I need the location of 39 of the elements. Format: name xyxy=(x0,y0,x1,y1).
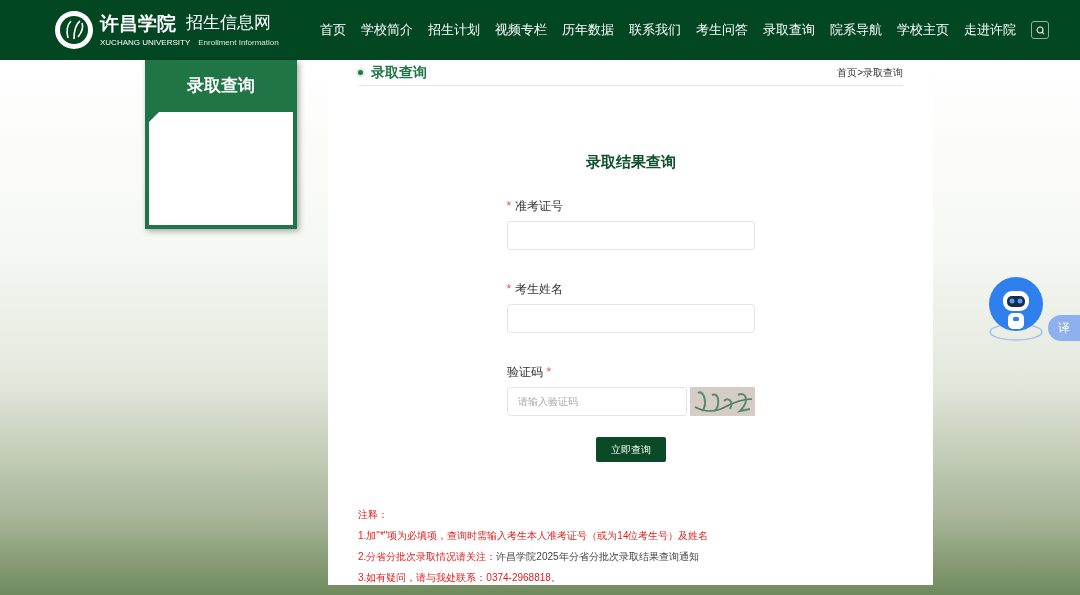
note-line: 2.分省分批次录取情况请关注：许昌学院2025年分省分批次录取结果查询通知 xyxy=(358,550,700,564)
site-subtitle: Enrollment Information xyxy=(198,36,279,49)
search-button[interactable] xyxy=(1031,21,1049,39)
nav-link[interactable]: 联系我们 xyxy=(629,20,681,40)
nav-link[interactable]: 学校简介 xyxy=(361,20,413,40)
required-mark: * xyxy=(546,364,552,381)
text-input[interactable] xyxy=(506,221,755,250)
submit-button[interactable]: 立即查询 xyxy=(595,437,666,462)
nav-link[interactable]: 历年数据 xyxy=(562,20,614,40)
notes-title: 注释： xyxy=(358,508,389,522)
logo-title: 许昌学院 xyxy=(100,11,176,34)
nav-link[interactable]: 招生计划 xyxy=(428,20,480,40)
university-emblem-icon xyxy=(54,10,94,50)
captcha-image xyxy=(689,387,755,416)
nav-link[interactable]: 录取查询 xyxy=(763,20,815,40)
form-title: 录取结果查询 xyxy=(585,151,676,172)
nav-link[interactable]: 学校主页 xyxy=(897,20,949,40)
required-mark: * xyxy=(506,198,512,215)
note-line: 1.加"*"项为必填项，查询时需输入考生本人准考证号（或为14位考生号）及姓名 xyxy=(358,529,710,543)
captcha-input[interactable]: 请输入验证码 xyxy=(506,387,687,416)
search-icon xyxy=(1035,25,1045,35)
required-mark: * xyxy=(506,281,512,298)
site-title: 招生信息网 xyxy=(186,11,271,34)
page-title: 录取查询 xyxy=(371,62,427,82)
nav-link[interactable]: 首页 xyxy=(320,20,346,40)
robot-assistant-icon[interactable] xyxy=(986,276,1046,342)
nav-link[interactable]: 考生问答 xyxy=(696,20,748,40)
field-label: 考生姓名 xyxy=(515,281,564,298)
text-input[interactable] xyxy=(506,304,755,333)
logo-subtitle: XUCHANG UNIVERSITY xyxy=(100,36,191,49)
sidebar-title: 录取查询 xyxy=(187,75,255,98)
breadcrumb: 首页>录取查询 xyxy=(837,65,903,80)
nav-link[interactable]: 走进许院 xyxy=(964,20,1016,40)
nav-link[interactable]: 视频专栏 xyxy=(495,20,547,40)
field-label: 准考证号 xyxy=(515,198,564,215)
field-label: 验证码 xyxy=(506,364,543,381)
nav-link[interactable]: 院系导航 xyxy=(830,20,882,40)
notice-link[interactable]: 许昌学院2025年分省分批次录取结果查询通知 xyxy=(496,551,699,562)
note-line: 3.如有疑问，请与我处联系：0374-2968818。 xyxy=(358,571,562,585)
